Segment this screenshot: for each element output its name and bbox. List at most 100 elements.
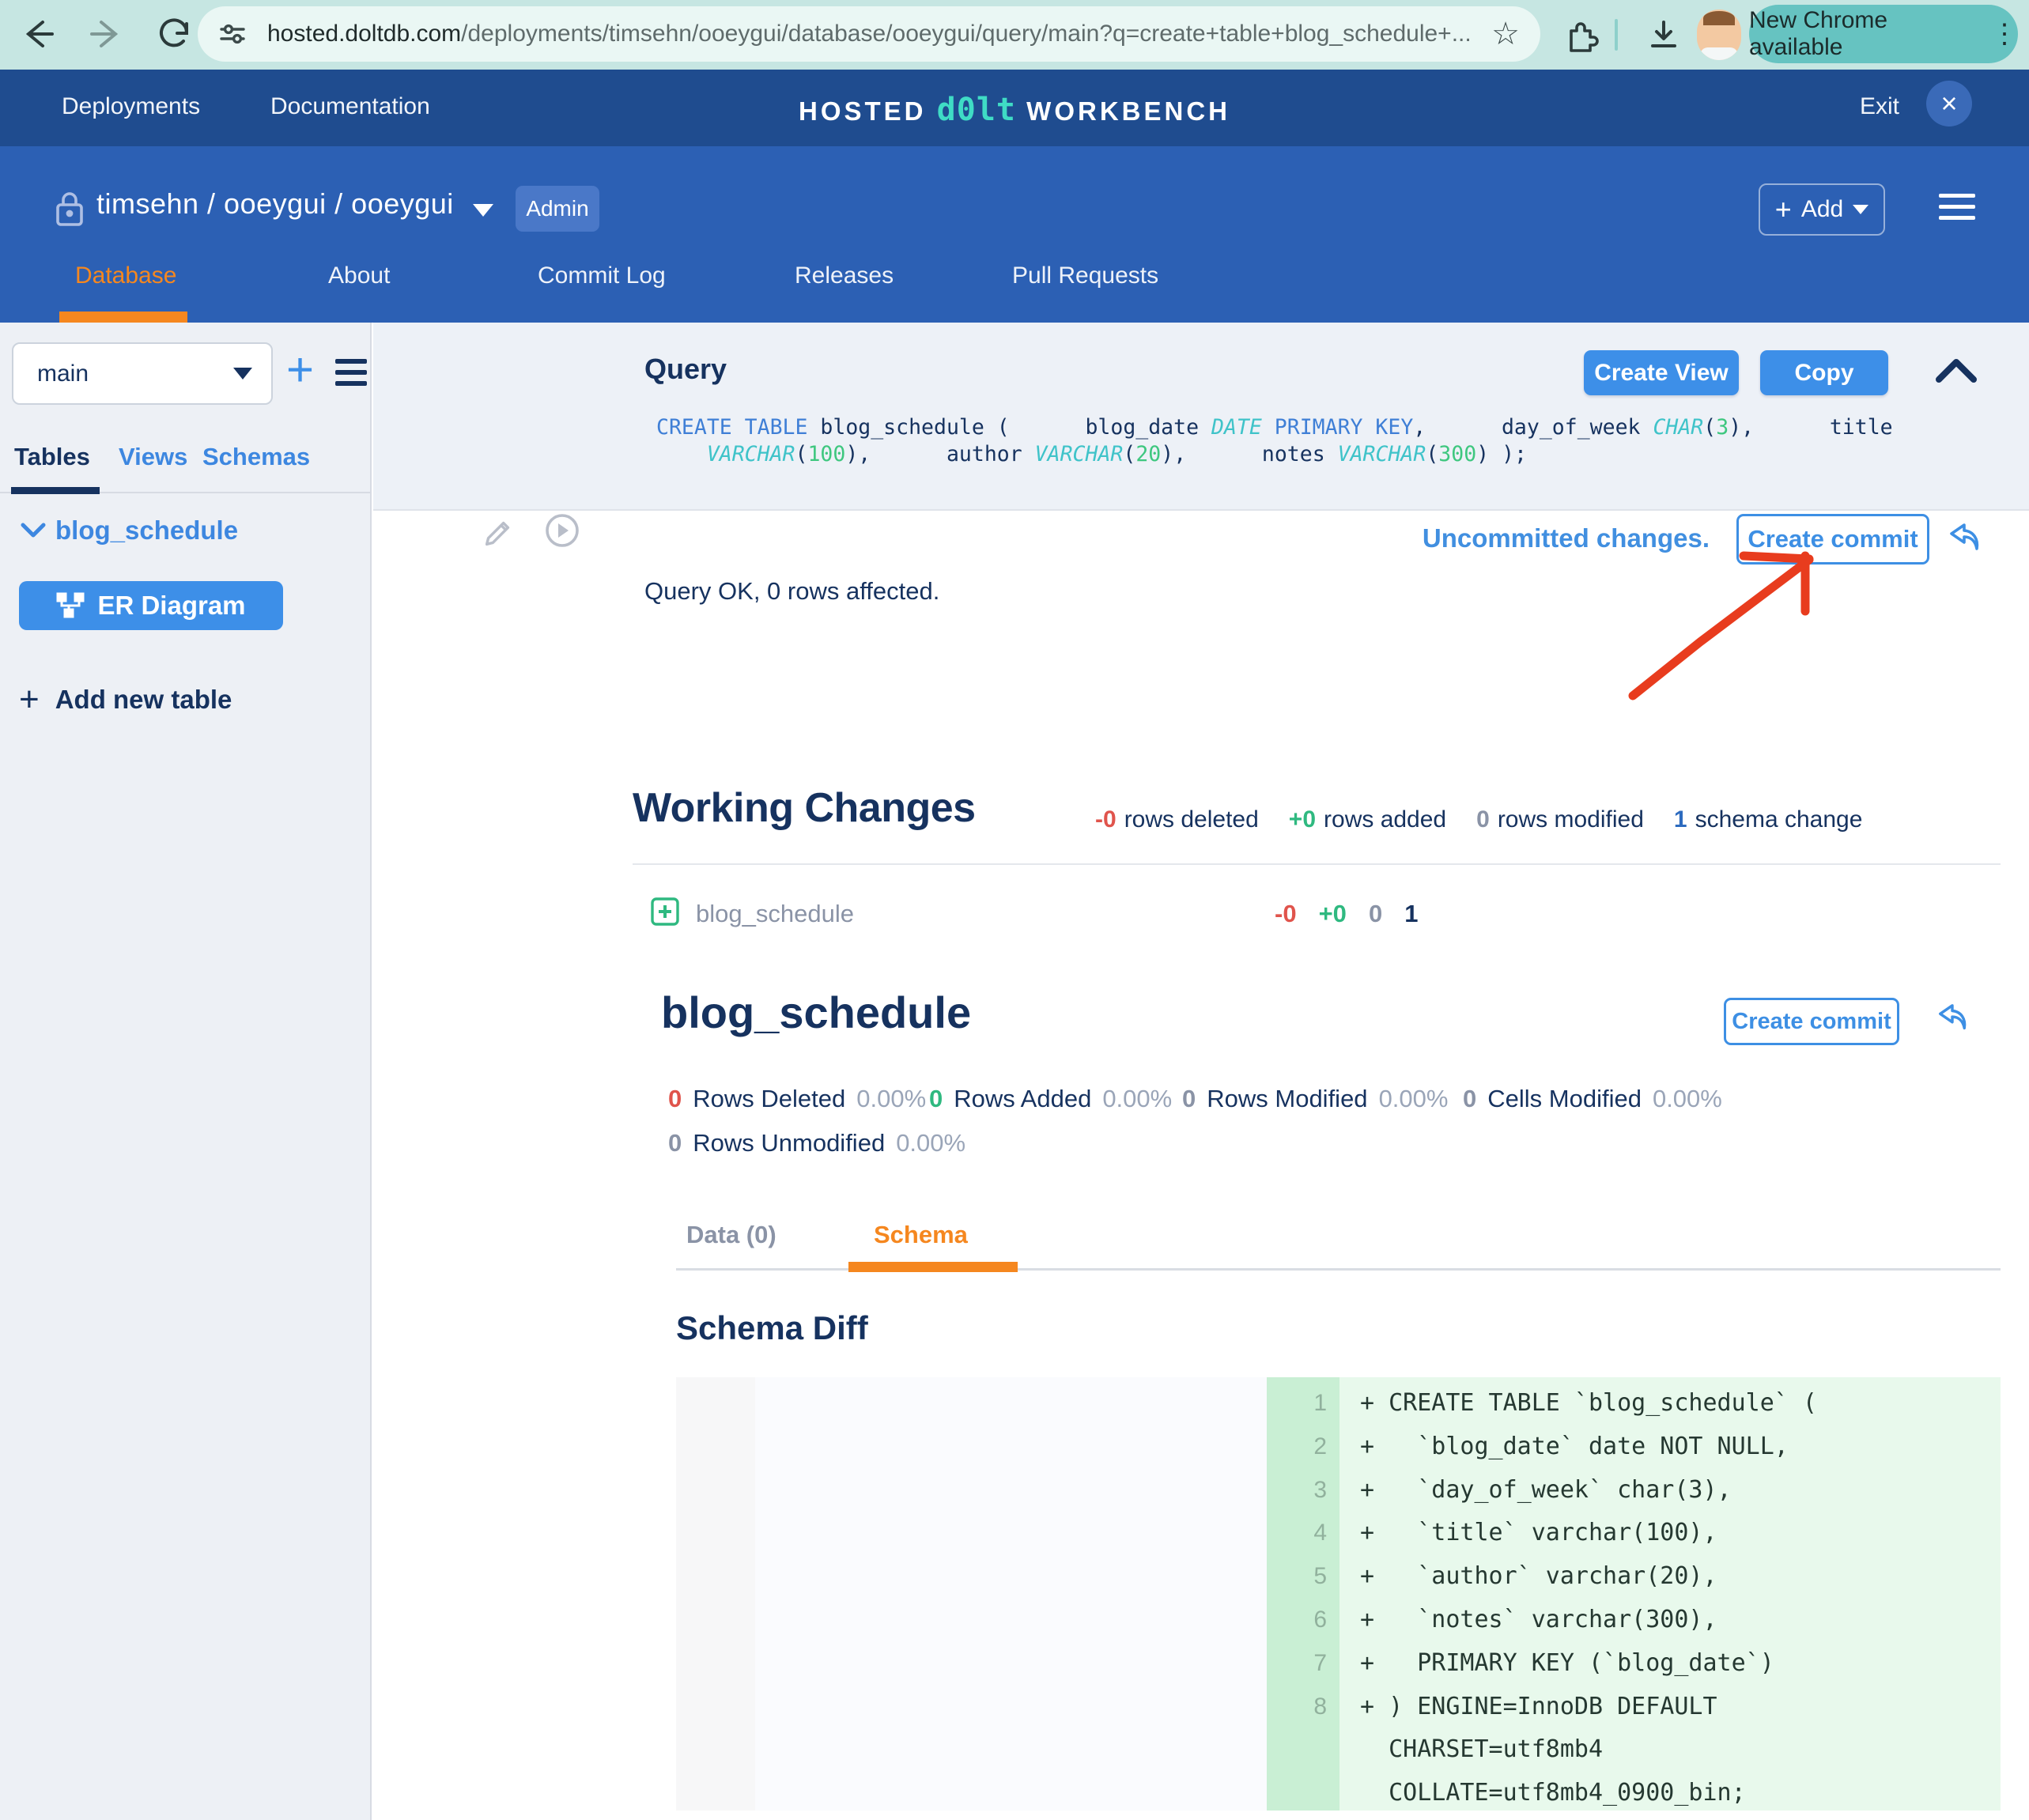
table-stat: 0Cells Modified0.00% <box>1463 1085 1722 1113</box>
diff-added-code: + CREATE TABLE `blog_schedule` (+ `blog_… <box>1339 1377 2001 1811</box>
chrome-update-label: New Chrome available <box>1749 7 1978 61</box>
tab-about[interactable]: About <box>328 262 390 289</box>
sql-line: CREATE TABLE blog_schedule ( blog_date D… <box>656 414 1893 441</box>
diff-line: CHARSET=utf8mb4 <box>1360 1728 2001 1772</box>
database-header: timsehn / ooeygui / ooeygui Admin + Add … <box>0 146 2029 323</box>
table-diff-heading: blog_schedule <box>661 987 971 1038</box>
table-stat: 0Rows Unmodified0.00% <box>668 1129 965 1157</box>
chevron-down-icon[interactable] <box>21 522 46 539</box>
diff-line-number: 2 <box>1267 1425 1327 1469</box>
diff-line-number <box>1267 1728 1327 1772</box>
diff-old-line-numbers <box>676 1377 755 1811</box>
tab-commit-log[interactable]: Commit Log <box>538 262 666 289</box>
tab-data[interactable]: Data (0) <box>686 1221 776 1249</box>
reload-icon[interactable] <box>157 16 193 52</box>
breadcrumb[interactable]: timsehn / ooeygui / ooeygui <box>96 187 454 221</box>
sidebar: main + Tables Views Schemas blog_schedul… <box>0 323 372 1820</box>
address-bar[interactable]: hosted.doltdb.com/deployments/timsehn/oo… <box>198 6 1540 62</box>
diff-line-number: 8 <box>1267 1686 1327 1729</box>
browser-menu-icon[interactable]: ⋮ <box>1991 18 2018 50</box>
divider <box>633 863 2001 865</box>
count-value: +0 <box>1319 900 1347 928</box>
exit-link[interactable]: Exit <box>1860 93 1899 120</box>
back-icon[interactable] <box>19 16 55 52</box>
menu-icon[interactable] <box>1939 194 1975 227</box>
branch-selector-value: main <box>37 361 89 387</box>
er-diagram-icon <box>56 592 85 619</box>
added-table-icon <box>650 897 680 927</box>
browser-toolbar: hosted.doltdb.com/deployments/timsehn/oo… <box>0 0 2029 70</box>
diff-line: + `notes` varchar(300), <box>1360 1599 2001 1642</box>
diff-line: + `day_of_week` char(3), <box>1360 1469 2001 1512</box>
copy-button[interactable]: Copy <box>1760 350 1888 395</box>
collapse-query-icon[interactable] <box>1934 354 1978 386</box>
sidebar-item-blog-schedule[interactable]: blog_schedule <box>55 515 238 546</box>
toolbar-separator <box>1615 19 1618 51</box>
diff-line-number: 7 <box>1267 1642 1327 1686</box>
tab-schemas[interactable]: Schemas <box>202 443 310 471</box>
undo-changes-icon[interactable] <box>1936 1003 1969 1033</box>
schema-diff-heading: Schema Diff <box>676 1309 868 1347</box>
query-heading: Query <box>644 353 727 386</box>
tab-tables[interactable]: Tables <box>14 443 90 471</box>
chevron-down-icon[interactable] <box>473 204 493 217</box>
diff-line-number <box>1267 1772 1327 1815</box>
count-value: -0 <box>1275 900 1297 928</box>
add-new-table-button[interactable]: + Add new table <box>19 682 232 717</box>
chrome-update-button[interactable]: New Chrome available ⋮ <box>1749 5 2018 63</box>
table-stat: 0Rows Deleted0.00% <box>668 1085 926 1113</box>
working-changes-heading: Working Changes <box>633 784 976 832</box>
diff-line-number: 3 <box>1267 1469 1327 1512</box>
forward-icon[interactable] <box>89 16 125 52</box>
count-value: 0 <box>1369 900 1382 928</box>
tab-schema[interactable]: Schema <box>874 1221 968 1249</box>
diff-line: + PRIMARY KEY (`blog_date`) <box>1360 1642 2001 1686</box>
tab-pull-requests[interactable]: Pull Requests <box>1012 262 1158 289</box>
branch-selector[interactable]: main <box>12 342 273 405</box>
extensions-icon[interactable] <box>1564 17 1599 52</box>
active-tab-underline <box>848 1262 1018 1272</box>
er-diagram-button[interactable]: ER Diagram <box>19 581 283 630</box>
url-text[interactable]: hosted.doltdb.com/deployments/timsehn/oo… <box>267 21 1480 47</box>
admin-badge: Admin <box>516 186 599 232</box>
lock-icon <box>55 191 84 227</box>
diff-line: + `author` varchar(20), <box>1360 1555 2001 1599</box>
active-tab-underline <box>59 312 187 323</box>
profile-avatar[interactable] <box>1697 9 1741 60</box>
avatar-shirt <box>1700 47 1738 60</box>
avatar-hair <box>1703 11 1735 25</box>
stat-item: 1schema change <box>1674 806 1863 833</box>
tab-database[interactable]: Database <box>75 262 176 289</box>
new-branch-button[interactable]: + <box>286 346 314 394</box>
table-stat: 0Rows Modified0.00% <box>1182 1085 1448 1113</box>
diff-line: + ) ENGINE=InnoDB DEFAULT <box>1360 1686 2001 1729</box>
run-table-icon[interactable] <box>544 512 580 549</box>
diff-line: + CREATE TABLE `blog_schedule` ( <box>1360 1382 2001 1425</box>
downloads-icon[interactable] <box>1646 17 1681 52</box>
bookmark-star-icon[interactable]: ☆ <box>1491 18 1520 50</box>
stat-item: -0rows deleted <box>1095 806 1259 833</box>
sql-line: VARCHAR(100), author VARCHAR(20), notes … <box>656 441 1893 468</box>
create-view-button[interactable]: Create View <box>1584 350 1739 395</box>
tab-views[interactable]: Views <box>119 443 187 471</box>
sql-query-text: CREATE TABLE blog_schedule ( blog_date D… <box>656 414 1893 468</box>
edit-table-icon[interactable] <box>481 512 517 549</box>
site-settings-icon[interactable] <box>218 20 247 48</box>
close-icon[interactable]: × <box>1926 81 1972 126</box>
create-commit-button[interactable]: Create commit <box>1724 998 1899 1045</box>
changed-table-name[interactable]: blog_schedule <box>696 900 854 928</box>
diff-new-line-numbers: 12345678 <box>1267 1377 1339 1811</box>
diff-line: + `blog_date` date NOT NULL, <box>1360 1425 2001 1469</box>
plus-icon: + <box>19 682 40 717</box>
diff-line-number: 4 <box>1267 1512 1327 1555</box>
stat-item: +0rows added <box>1289 806 1446 833</box>
add-button[interactable]: + Add <box>1759 183 1885 236</box>
undo-changes-icon[interactable] <box>1947 522 1982 553</box>
branch-menu-icon[interactable] <box>335 359 367 392</box>
plus-icon: + <box>1775 193 1792 226</box>
tab-releases[interactable]: Releases <box>795 262 894 289</box>
diff-old-side <box>755 1377 1267 1811</box>
count-value: 1 <box>1404 900 1418 928</box>
table-stat: 0Rows Added0.00% <box>929 1085 1172 1113</box>
chevron-down-icon <box>233 368 252 379</box>
